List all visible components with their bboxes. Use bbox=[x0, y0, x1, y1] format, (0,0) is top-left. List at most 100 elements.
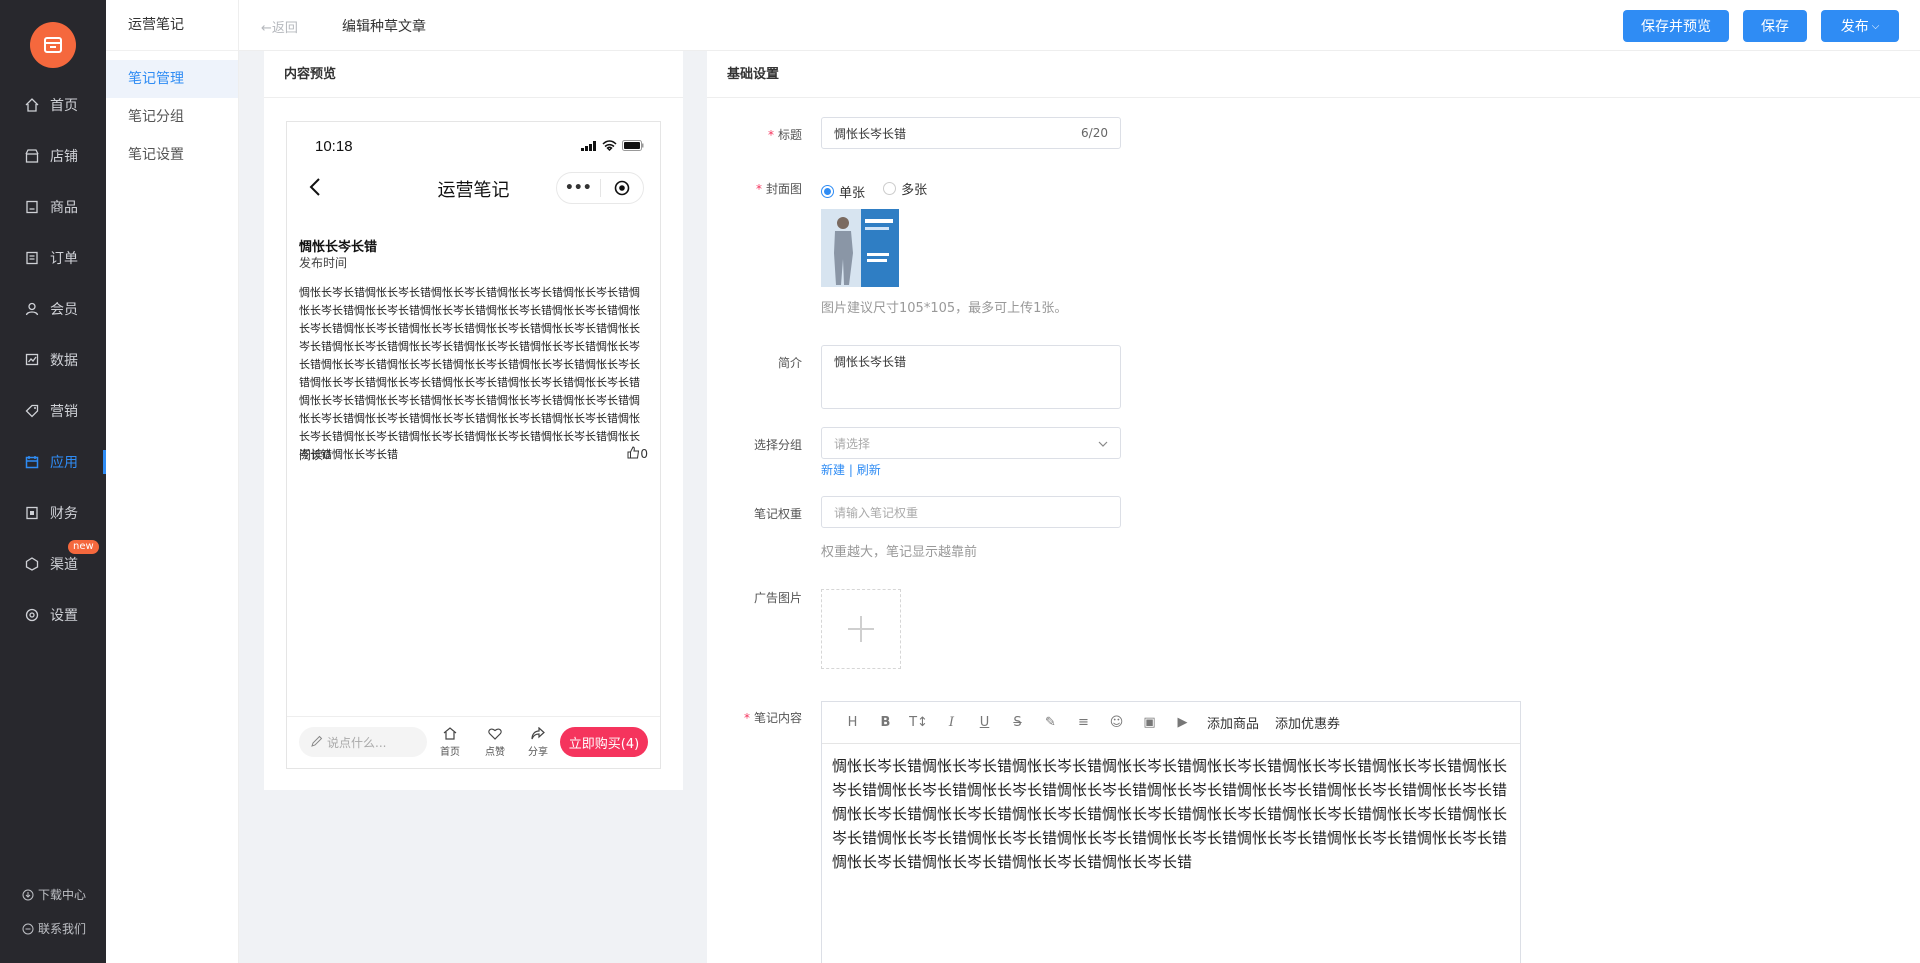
nav-item-member[interactable]: 会员 bbox=[0, 291, 106, 327]
status-time: 10:18 bbox=[315, 138, 353, 155]
nav-item-order[interactable]: 订单 bbox=[0, 240, 106, 276]
back-button[interactable]: ←返回 bbox=[261, 17, 298, 36]
title-input[interactable]: 惆怅长岑长错 6/20 bbox=[821, 117, 1121, 149]
phone-footer: 说点什么... 首页 点赞 分享 立即购买(4) bbox=[287, 716, 660, 768]
back-label: 返回 bbox=[271, 21, 298, 36]
intro-textarea[interactable]: 惆怅长岑长错 bbox=[821, 345, 1121, 409]
contact-icon bbox=[22, 923, 34, 935]
nav-item-app[interactable]: 应用 bbox=[0, 444, 106, 480]
heading-icon[interactable]: H bbox=[836, 715, 869, 730]
intro-value: 惆怅长岑长错 bbox=[834, 355, 907, 369]
nav-item-data[interactable]: 数据 bbox=[0, 342, 106, 378]
cover-single-radio[interactable]: 单张 bbox=[821, 182, 865, 201]
close-target-icon[interactable] bbox=[600, 180, 643, 196]
nav-item-finance[interactable]: 财务 bbox=[0, 495, 106, 531]
footer-share[interactable]: 分享 bbox=[523, 726, 553, 758]
editor-content[interactable]: 惆怅长岑长错惆怅长岑长错惆怅长岑长错惆怅长岑长错惆怅长岑长错惆怅长岑长错惆怅长岑… bbox=[822, 744, 1520, 884]
footer-like-label: 点赞 bbox=[485, 747, 505, 758]
radio-dot bbox=[821, 185, 834, 198]
nav-label: 渠道 bbox=[50, 557, 78, 573]
download-icon bbox=[22, 889, 34, 901]
strikethrough-icon[interactable]: S bbox=[1001, 715, 1034, 730]
note-body: 惆怅长岑长错惆怅长岑长错惆怅长岑长错惆怅长岑长错惆怅长岑长错惆怅长岑长错惆怅长岑… bbox=[299, 286, 640, 461]
like-count[interactable]: 0 bbox=[627, 446, 648, 462]
ad-image-label: 广告图片 bbox=[753, 591, 802, 605]
italic-icon[interactable]: I bbox=[935, 715, 968, 730]
nav-label: 商品 bbox=[50, 200, 78, 216]
nav-item-store[interactable]: 店铺 bbox=[0, 138, 106, 174]
cover-label: * 封面图 bbox=[707, 180, 802, 197]
title-label: * 标题 bbox=[707, 126, 802, 143]
emoji-icon[interactable]: ☺ bbox=[1100, 715, 1133, 730]
note-title: 惆怅长岑长错 bbox=[299, 240, 378, 255]
subnav-item-note-group[interactable]: 笔记分组 bbox=[106, 98, 238, 136]
cover-single-label: 单张 bbox=[839, 186, 866, 201]
thumb-up-icon bbox=[627, 446, 640, 462]
font-size-icon[interactable]: T↕ bbox=[902, 715, 935, 730]
weight-placeholder: 请输入笔记权重 bbox=[834, 505, 919, 520]
bold-icon[interactable]: B bbox=[869, 715, 902, 730]
ad-image-upload[interactable] bbox=[821, 589, 901, 669]
buy-now-button[interactable]: 立即购买(4) bbox=[560, 727, 648, 757]
nav-item-settings[interactable]: 设置 bbox=[0, 597, 106, 633]
save-button[interactable]: 保存 bbox=[1743, 10, 1807, 42]
nav-item-home[interactable]: 首页 bbox=[0, 87, 106, 123]
required-mark: * bbox=[767, 128, 774, 142]
add-goods-button[interactable]: 添加商品 bbox=[1207, 713, 1259, 732]
nav-item-goods[interactable]: 商品 bbox=[0, 189, 106, 225]
nav-label: 数据 bbox=[50, 353, 78, 369]
nav-item-channel[interactable]: 渠道 new bbox=[0, 540, 106, 582]
phone-mockup: 10:18 运营笔记 ••• 惆怅长岑长错 发布时间 惆怅长岑长错惆怅长岑长错惆… bbox=[286, 121, 661, 769]
video-icon[interactable]: ▶ bbox=[1166, 715, 1199, 730]
image-icon[interactable]: ▣ bbox=[1133, 715, 1166, 730]
contact-label: 联系我们 bbox=[38, 922, 87, 936]
user-icon bbox=[24, 301, 40, 317]
download-center-link[interactable]: 下载中心 bbox=[22, 886, 86, 903]
cover-hint: 图片建议尺寸105*105，最多可上传1张。 bbox=[821, 301, 1068, 316]
cover-multi-radio[interactable]: 多张 bbox=[883, 179, 927, 198]
cover-multi-label: 多张 bbox=[901, 183, 928, 198]
add-coupon-button[interactable]: 添加优惠券 bbox=[1275, 713, 1340, 732]
new-badge: new bbox=[68, 540, 99, 554]
pencil-icon bbox=[311, 735, 323, 750]
read-count: 阅读0 bbox=[299, 448, 331, 462]
home-icon bbox=[24, 97, 40, 113]
cover-image[interactable] bbox=[821, 209, 899, 287]
footer-home[interactable]: 首页 bbox=[435, 727, 465, 758]
main-nav: 首页 店铺 商品 订单 会员 数据 营销 应用 财务 渠道 new 设置 下载中… bbox=[0, 0, 106, 963]
wifi-icon bbox=[602, 140, 617, 151]
subnav-item-note-settings[interactable]: 笔记设置 bbox=[106, 136, 238, 174]
basic-settings-panel: 基础设置 * 标题 惆怅长岑长错 6/20 * 封面图 单张 多张 图片建议尺寸10… bbox=[707, 51, 1920, 963]
content-label-text: 笔记内容 bbox=[753, 711, 802, 725]
footer-home-label: 首页 bbox=[440, 747, 460, 758]
comment-input[interactable]: 说点什么... bbox=[299, 727, 427, 757]
gear-icon bbox=[24, 607, 40, 623]
battery-icon bbox=[622, 140, 644, 151]
cover-mode-group: 单张 多张 bbox=[821, 179, 941, 201]
like-value: 0 bbox=[640, 447, 648, 461]
underline-icon[interactable]: U bbox=[968, 715, 1001, 730]
status-bar: 10:18 bbox=[287, 122, 660, 166]
align-icon[interactable]: ≡ bbox=[1067, 715, 1100, 730]
nav-label: 营销 bbox=[50, 404, 78, 420]
group-refresh-link[interactable]: 刷新 bbox=[857, 463, 881, 477]
nav-item-marketing[interactable]: 营销 bbox=[0, 393, 106, 429]
footer-like[interactable]: 点赞 bbox=[480, 727, 510, 758]
save-preview-button[interactable]: 保存并预览 bbox=[1623, 10, 1729, 42]
goods-icon bbox=[24, 199, 40, 215]
title-label-text: 标题 bbox=[777, 128, 802, 142]
more-icon[interactable]: ••• bbox=[557, 180, 600, 196]
nav-label: 会员 bbox=[50, 302, 78, 318]
subnav-item-note-manage[interactable]: 笔记管理 bbox=[106, 60, 238, 98]
contact-us-link[interactable]: 联系我们 bbox=[22, 920, 86, 937]
group-new-link[interactable]: 新建 bbox=[821, 463, 845, 477]
nav-label: 财务 bbox=[50, 506, 78, 522]
weight-input[interactable]: 请输入笔记权重 bbox=[821, 496, 1121, 528]
logo[interactable] bbox=[30, 22, 76, 68]
cover-label-text: 封面图 bbox=[765, 182, 802, 196]
group-select[interactable]: 请选择 bbox=[821, 427, 1121, 459]
publish-button[interactable]: 发布 ⌵ bbox=[1821, 10, 1899, 42]
miniapp-capsule[interactable]: ••• bbox=[556, 172, 644, 204]
signal-icon bbox=[581, 140, 596, 151]
highlight-pen-icon[interactable]: ✎ bbox=[1034, 715, 1067, 730]
